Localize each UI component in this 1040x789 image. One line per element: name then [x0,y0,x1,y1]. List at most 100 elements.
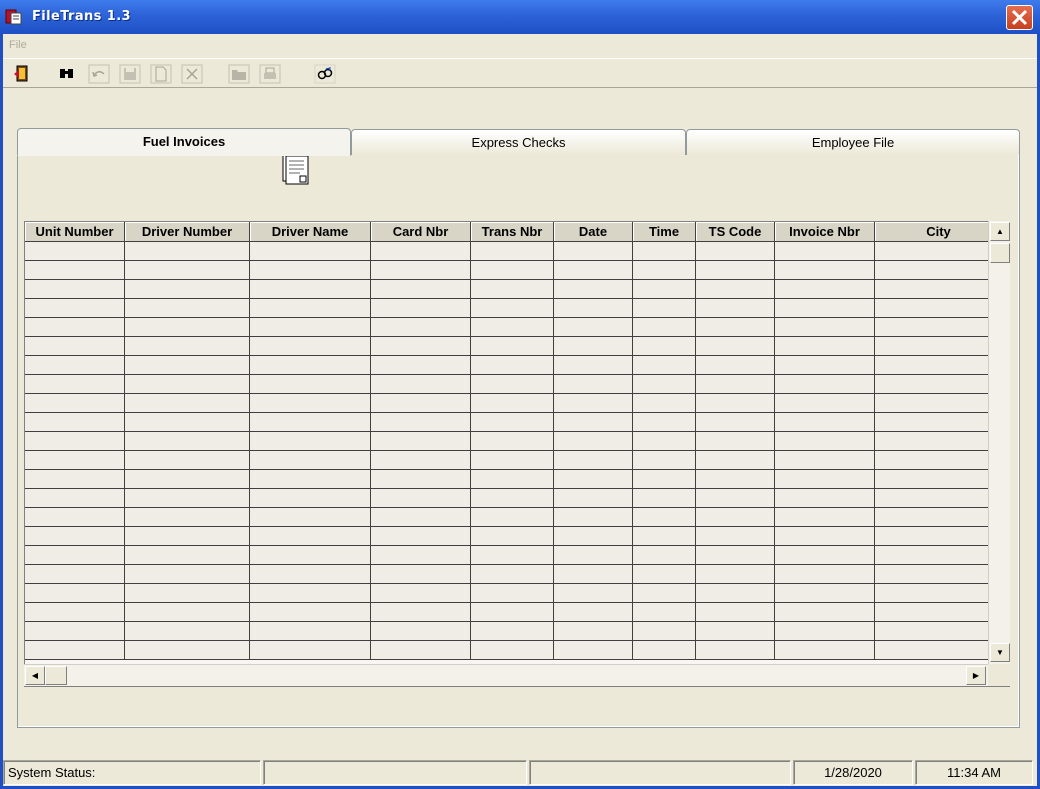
table-row[interactable] [25,508,1003,527]
column-header[interactable]: TS Code [696,222,775,242]
table-row[interactable] [25,470,1003,489]
table-cell[interactable] [125,546,250,565]
table-cell[interactable] [125,413,250,432]
table-cell[interactable] [875,280,1003,299]
table-cell[interactable] [125,584,250,603]
table-cell[interactable] [471,622,554,641]
table-cell[interactable] [250,470,371,489]
table-cell[interactable] [471,261,554,280]
scroll-left-button[interactable]: ◀ [25,666,45,685]
column-header[interactable]: Time [633,222,696,242]
table-cell[interactable] [471,413,554,432]
table-cell[interactable] [633,242,696,261]
table-cell[interactable] [633,584,696,603]
table-row[interactable] [25,527,1003,546]
table-cell[interactable] [875,546,1003,565]
table-cell[interactable] [696,641,775,660]
table-cell[interactable] [696,603,775,622]
table-cell[interactable] [25,565,125,584]
exit-button[interactable] [12,64,34,84]
table-cell[interactable] [554,299,633,318]
table-cell[interactable] [250,508,371,527]
table-cell[interactable] [875,261,1003,280]
table-cell[interactable] [775,280,875,299]
table-cell[interactable] [471,584,554,603]
print-button[interactable] [259,64,281,84]
tab-express-checks[interactable]: Express Checks [351,129,686,155]
table-cell[interactable] [25,375,125,394]
table-row[interactable] [25,375,1003,394]
table-cell[interactable] [633,451,696,470]
table-cell[interactable] [25,527,125,546]
table-cell[interactable] [25,261,125,280]
column-header[interactable]: Date [554,222,633,242]
table-cell[interactable] [554,375,633,394]
table-cell[interactable] [371,356,471,375]
table-cell[interactable] [25,413,125,432]
save-button[interactable] [119,64,141,84]
scroll-thumb[interactable] [990,243,1010,263]
table-cell[interactable] [371,242,471,261]
table-cell[interactable] [371,584,471,603]
table-cell[interactable] [696,508,775,527]
table-cell[interactable] [875,508,1003,527]
table-cell[interactable] [471,641,554,660]
find-button[interactable] [56,64,78,84]
table-cell[interactable] [554,356,633,375]
table-cell[interactable] [371,451,471,470]
table-cell[interactable] [696,584,775,603]
table-cell[interactable] [371,337,471,356]
table-cell[interactable] [25,622,125,641]
table-cell[interactable] [371,375,471,394]
table-cell[interactable] [250,622,371,641]
table-cell[interactable] [125,432,250,451]
table-cell[interactable] [250,318,371,337]
table-cell[interactable] [250,489,371,508]
table-row[interactable] [25,432,1003,451]
tab-fuel-invoices[interactable]: Fuel Invoices [17,128,351,156]
table-cell[interactable] [554,622,633,641]
table-cell[interactable] [125,375,250,394]
new-button[interactable] [150,64,172,84]
table-cell[interactable] [554,261,633,280]
table-cell[interactable] [250,394,371,413]
table-cell[interactable] [775,470,875,489]
table-cell[interactable] [471,432,554,451]
table-cell[interactable] [633,394,696,413]
table-row[interactable] [25,641,1003,660]
table-cell[interactable] [250,280,371,299]
table-cell[interactable] [371,413,471,432]
table-row[interactable] [25,565,1003,584]
table-cell[interactable] [875,337,1003,356]
table-cell[interactable] [554,527,633,546]
table-cell[interactable] [554,508,633,527]
table-cell[interactable] [250,584,371,603]
table-cell[interactable] [250,337,371,356]
table-cell[interactable] [696,622,775,641]
table-cell[interactable] [250,413,371,432]
table-cell[interactable] [554,280,633,299]
table-cell[interactable] [371,394,471,413]
table-cell[interactable] [371,565,471,584]
table-cell[interactable] [775,565,875,584]
table-cell[interactable] [633,508,696,527]
table-cell[interactable] [633,337,696,356]
table-cell[interactable] [775,356,875,375]
table-row[interactable] [25,337,1003,356]
table-row[interactable] [25,261,1003,280]
table-cell[interactable] [775,299,875,318]
table-cell[interactable] [554,489,633,508]
table-cell[interactable] [25,394,125,413]
table-cell[interactable] [775,489,875,508]
table-cell[interactable] [775,318,875,337]
table-cell[interactable] [471,546,554,565]
table-row[interactable] [25,489,1003,508]
table-row[interactable] [25,413,1003,432]
table-cell[interactable] [25,546,125,565]
table-cell[interactable] [471,375,554,394]
table-cell[interactable] [875,641,1003,660]
table-cell[interactable] [875,451,1003,470]
table-cell[interactable] [554,337,633,356]
table-row[interactable] [25,318,1003,337]
table-cell[interactable] [371,318,471,337]
